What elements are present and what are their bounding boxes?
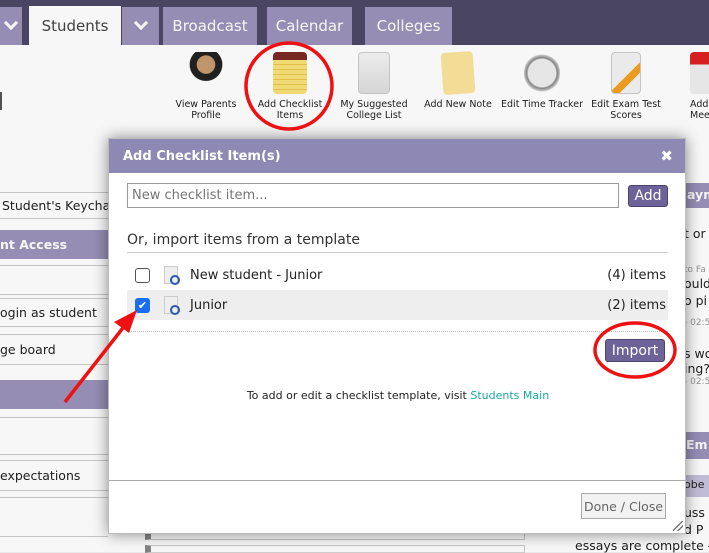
arrow-head-icon	[114, 310, 137, 333]
annotation-layer	[63, 41, 677, 404]
highlight-circle-import	[593, 321, 677, 379]
highlight-circle-checklist	[244, 41, 334, 131]
arrow-line	[63, 322, 128, 404]
